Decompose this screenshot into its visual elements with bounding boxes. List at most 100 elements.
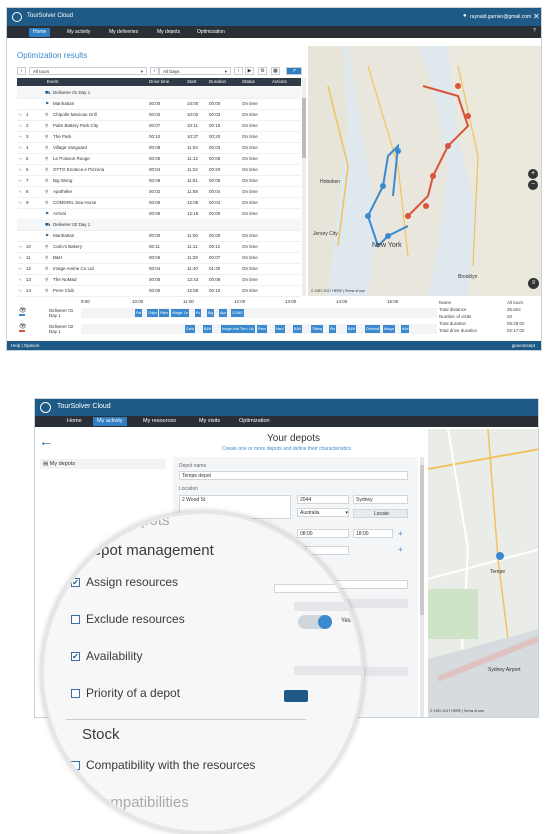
gantt-visit-block[interactable]: Village <box>171 309 184 317</box>
footer-links[interactable]: Help | Opinion <box>11 343 39 348</box>
drag-handle-icon[interactable]: ⤷ <box>19 134 22 139</box>
row-duration: 00:12 <box>209 244 221 249</box>
zoom-out-button[interactable]: − <box>528 180 538 190</box>
gantt-visit-block[interactable]: B&H <box>203 325 213 333</box>
list-icon: ▤ <box>43 461 50 467</box>
drag-handle-icon[interactable]: ⤷ <box>19 255 22 260</box>
drag-handle-icon[interactable]: ⤷ <box>19 266 22 271</box>
pin-icon: ⚲ <box>45 178 49 183</box>
gantt-visit-block[interactable]: Penn <box>257 325 268 333</box>
drag-handle-icon[interactable]: ⤷ <box>19 156 22 161</box>
row-event: Penn Club <box>53 288 75 293</box>
nav-home[interactable]: Home <box>29 28 51 37</box>
gantt-visit-block[interactable]: Palm <box>159 309 169 317</box>
layers-icon[interactable]: ≡ <box>528 278 539 289</box>
depot-map[interactable]: Tempe Sydney Airport © 1987-2017 HERE | … <box>428 429 538 717</box>
row-start: 11:51 <box>187 178 198 183</box>
gantt-visit-block[interactable]: Carlo <box>185 325 196 333</box>
gantt-visit-block[interactable]: Tiffany <box>311 325 324 333</box>
pin-icon: ⚲ <box>45 288 49 293</box>
row-status: On time <box>242 211 258 216</box>
drag-handle-icon[interactable]: ⤷ <box>19 178 22 183</box>
depot-name-field[interactable]: Tempe depot <box>179 471 408 480</box>
gantt-visit-block[interactable]: Le <box>183 309 189 317</box>
checkbox[interactable] <box>71 689 80 698</box>
nav-my-activity[interactable]: My activity <box>93 417 127 426</box>
next-tour-button[interactable]: › <box>150 67 159 75</box>
checkbox[interactable]: ✔ <box>71 578 80 587</box>
user-menu[interactable]: raynald.garnier@gmail.com <box>470 14 531 20</box>
add-duration-icon[interactable]: + <box>398 545 403 554</box>
eye-icon[interactable]: 👁 <box>19 307 27 314</box>
gantt-visit-block[interactable]: Big <box>207 309 215 317</box>
gantt-visit-block[interactable]: Macys <box>383 325 396 333</box>
gantt-visit-block[interactable]: Image Anime Co Ltd <box>221 325 255 333</box>
stat-row: Total drive duration 02:17:02 <box>439 328 539 335</box>
back-arrow-icon[interactable]: ← <box>39 433 53 449</box>
next-day-button[interactable]: › <box>234 67 243 75</box>
eye-icon[interactable]: 👁 <box>19 323 27 330</box>
sidebar-item-my-depots[interactable]: ▤ My depots <box>40 459 166 469</box>
nav-my-deliveries[interactable]: My deliveries <box>105 28 142 37</box>
nav-optimization[interactable]: Optimization <box>193 28 229 37</box>
stat-value: 20 <box>507 314 513 319</box>
checkbox[interactable] <box>71 761 80 770</box>
expand-icon[interactable]: ✕ <box>533 12 540 21</box>
grid-button[interactable]: ▦ <box>271 67 280 75</box>
nav-my-visits[interactable]: My visits <box>195 417 224 426</box>
nav-my-depots[interactable]: My depots <box>153 28 184 37</box>
time-from-field[interactable]: 08:00 <box>297 529 349 538</box>
nav-my-activity[interactable]: My activity <box>63 28 94 37</box>
form-scrollbar[interactable] <box>420 457 424 717</box>
drag-handle-icon[interactable]: ⤷ <box>19 167 22 172</box>
gantt-visit-block[interactable]: B&H <box>347 325 357 333</box>
drag-handle-icon[interactable]: ⤷ <box>19 112 22 117</box>
drag-handle-icon[interactable]: ⤷ <box>19 145 22 150</box>
gantt-visit-block[interactable]: Cinemat <box>365 325 381 333</box>
gantt-visit-block[interactable]: Mini <box>401 325 410 333</box>
drag-handle-icon[interactable]: ⤷ <box>19 277 22 282</box>
checkbox[interactable] <box>71 615 80 624</box>
gantt-visit-block[interactable]: COMG <box>231 309 244 317</box>
toggle-switch[interactable] <box>298 615 332 629</box>
row-index: 7 <box>26 178 29 183</box>
gantt-visit-block[interactable]: The <box>239 325 248 333</box>
gantt-visit-block[interactable]: Pat <box>135 309 143 317</box>
page-title: Your depots <box>267 433 321 444</box>
nav-optimization[interactable]: Optimization <box>235 417 274 426</box>
gantt-visit-block[interactable]: Po <box>195 309 202 317</box>
share-button[interactable]: ↗ <box>286 67 302 75</box>
play-button[interactable]: ▶ <box>245 67 254 75</box>
locate-button[interactable]: Locate <box>353 509 408 518</box>
pin-icon: ⚲ <box>45 167 49 172</box>
tour-select[interactable]: All tours ▾ <box>29 67 147 75</box>
day-select[interactable]: All Days ▾ <box>159 67 231 75</box>
table-scrollbar[interactable] <box>302 78 306 296</box>
settings-button[interactable]: ⚙ <box>258 67 267 75</box>
row-event: Apothéke <box>53 189 73 194</box>
gantt-visit-block[interactable]: Apo <box>219 309 228 317</box>
nav-my-resources[interactable]: My resources <box>139 417 180 426</box>
drag-handle-icon[interactable]: ⤷ <box>19 288 22 293</box>
zoom-in-button[interactable]: + <box>528 169 538 179</box>
gantt-visit-block[interactable]: B&H <box>293 325 303 333</box>
gantt-visit-block[interactable]: Chipo <box>147 309 159 317</box>
drag-handle-icon[interactable]: ⤷ <box>19 200 22 205</box>
nav-home[interactable]: Home <box>63 417 86 426</box>
country-select[interactable]: Australia ▾ <box>297 508 349 517</box>
postcode-field[interactable]: 2044 <box>297 495 349 504</box>
add-time-icon[interactable]: + <box>398 529 403 538</box>
help-icon[interactable]: ? <box>533 28 536 34</box>
magnified-save-button[interactable] <box>284 690 308 702</box>
flag-icon: ⚑ <box>45 211 50 216</box>
drag-handle-icon[interactable]: ⤷ <box>19 123 22 128</box>
time-to-field[interactable]: 18:00 <box>353 529 393 538</box>
gantt-visit-block[interactable]: Hard <box>275 325 285 333</box>
drag-handle-icon[interactable]: ⤷ <box>19 244 22 249</box>
prev-tour-button[interactable]: ‹ <box>17 67 26 75</box>
gantt-visit-block[interactable]: Ris <box>329 325 337 333</box>
city-field[interactable]: Sydney <box>353 495 408 504</box>
drag-handle-icon[interactable]: ⤷ <box>19 189 22 194</box>
route-map[interactable]: Hoboken New York Jersey City Brooklyn + … <box>308 46 541 296</box>
checkbox[interactable]: ✔ <box>71 652 80 661</box>
